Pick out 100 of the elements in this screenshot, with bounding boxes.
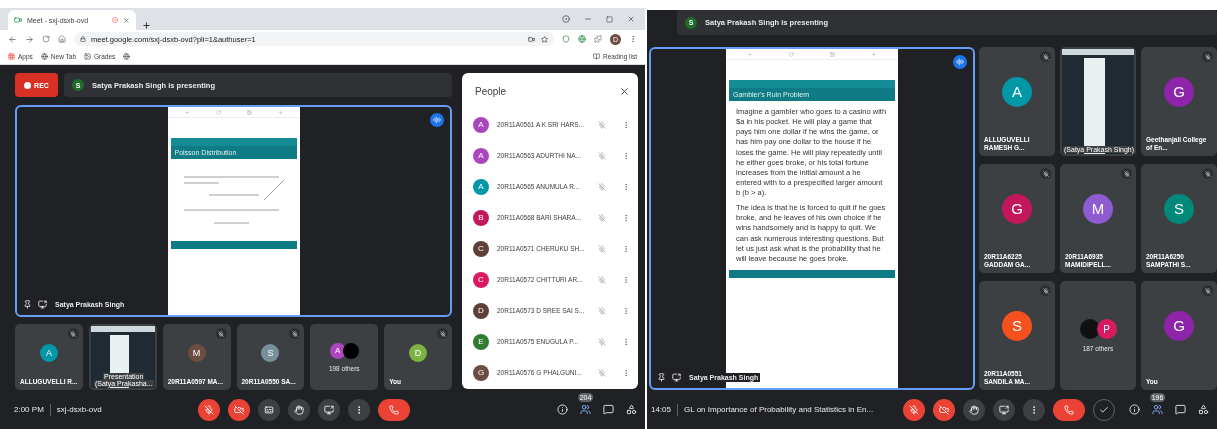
restore-icon: [606, 15, 613, 23]
home-icon: [58, 35, 66, 43]
redo-icon: [789, 51, 794, 57]
meeting-time: 14:05: [651, 405, 672, 414]
mic-off-icon: [203, 404, 214, 415]
captions-icon: [263, 404, 274, 415]
camera-off-icon: [233, 404, 244, 415]
pin-icon: [23, 300, 32, 309]
book-icon: [593, 52, 601, 60]
shield-icon: [562, 35, 570, 43]
activities-button[interactable]: [1198, 404, 1209, 415]
more-button[interactable]: [622, 182, 630, 191]
more-button[interactable]: [347, 398, 370, 421]
minimize-icon: [584, 15, 592, 23]
mic-button[interactable]: [197, 398, 220, 421]
media-icon: [562, 15, 570, 23]
present-icon: [38, 300, 47, 309]
mic-off-icon: [598, 337, 606, 346]
hand-icon: [969, 404, 980, 415]
avatar: S: [1002, 310, 1032, 341]
avatar: D: [409, 344, 428, 362]
pin-icon: [657, 373, 666, 382]
more-button[interactable]: [622, 244, 630, 253]
close-button[interactable]: [619, 85, 630, 97]
more-button[interactable]: [622, 368, 630, 377]
panel-title: People: [475, 85, 507, 97]
mic-off-icon: [598, 213, 606, 222]
meeting-code: sxj-dsxb-ovd: [56, 405, 102, 414]
avatar: P: [1096, 319, 1117, 339]
avatar: G: [1164, 310, 1194, 341]
back-icon: [8, 34, 17, 44]
more-button[interactable]: [622, 337, 630, 346]
avatar: C: [473, 240, 489, 257]
apps-grid-icon: [8, 52, 15, 60]
more-button[interactable]: [622, 275, 630, 284]
present-icon: [999, 404, 1010, 415]
hand-button[interactable]: [963, 398, 986, 421]
audio-level-icon: [953, 55, 967, 69]
more-button[interactable]: [622, 120, 630, 129]
mic-button[interactable]: [903, 398, 926, 421]
avatar: A: [1002, 76, 1032, 107]
chat-button[interactable]: [1175, 404, 1186, 415]
camera-button[interactable]: [227, 398, 250, 421]
meet-logo-icon: [14, 16, 22, 24]
mic-off-icon: [598, 306, 606, 315]
image-icon: [84, 52, 91, 60]
new-tab-button[interactable]: [142, 21, 151, 30]
audio-level-icon: [430, 113, 444, 127]
bookmark-icon: [123, 52, 131, 60]
mic-off-icon: [598, 275, 606, 284]
avatar: M: [187, 344, 206, 362]
meeting-time: 2:00 PM: [14, 405, 44, 414]
mic-off-icon: [909, 404, 920, 415]
info-button[interactable]: [557, 404, 568, 415]
leave-button[interactable]: [377, 398, 410, 421]
phone-icon: [1064, 404, 1075, 415]
back-icon: [748, 51, 753, 57]
avatar: E: [473, 333, 489, 350]
present-icon: [672, 373, 681, 382]
camera-button[interactable]: [933, 398, 956, 421]
menu-icon: [629, 35, 637, 43]
present-button[interactable]: [993, 398, 1016, 421]
hand-button[interactable]: [287, 398, 310, 421]
more-button[interactable]: [622, 306, 630, 315]
reload-icon: [42, 35, 50, 43]
avatar: A: [473, 147, 489, 164]
forward-icon: [25, 34, 34, 44]
mic-off-icon: [598, 244, 606, 253]
avatar: A: [39, 344, 58, 362]
chat-button[interactable]: [603, 404, 614, 415]
redo-icon: [215, 109, 221, 115]
recording-icon: [112, 17, 118, 23]
avatar: D: [473, 302, 489, 319]
captions-button[interactable]: [257, 398, 280, 421]
avatar: G: [1002, 193, 1032, 224]
avatar: A: [473, 178, 489, 195]
hand-icon: [293, 404, 304, 415]
back-icon: [184, 109, 190, 115]
info-button[interactable]: [1129, 404, 1140, 415]
avatar: M: [1083, 193, 1113, 224]
more-button[interactable]: [1023, 398, 1046, 421]
present-button[interactable]: [317, 398, 340, 421]
mic-off-icon: [598, 368, 606, 377]
globe-icon: [40, 52, 48, 60]
plus-icon: [277, 109, 283, 115]
meeting-title: GL on Importance of Probability and Statistics in En...: [684, 405, 874, 414]
leave-button[interactable]: [1053, 398, 1086, 421]
check-icon: [1099, 404, 1110, 415]
avatar: G: [473, 364, 489, 381]
more-button[interactable]: [622, 213, 630, 222]
avatar: A: [329, 342, 346, 359]
avatar: S: [261, 344, 280, 362]
avatar: B: [473, 209, 489, 226]
more-button[interactable]: [622, 151, 630, 160]
mic-off-icon: [598, 182, 606, 191]
activities-button[interactable]: [626, 404, 637, 415]
avatar: S: [1164, 193, 1194, 224]
close-icon: [627, 15, 635, 23]
avatar: G: [1164, 76, 1194, 107]
mic-off-icon: [598, 120, 606, 129]
